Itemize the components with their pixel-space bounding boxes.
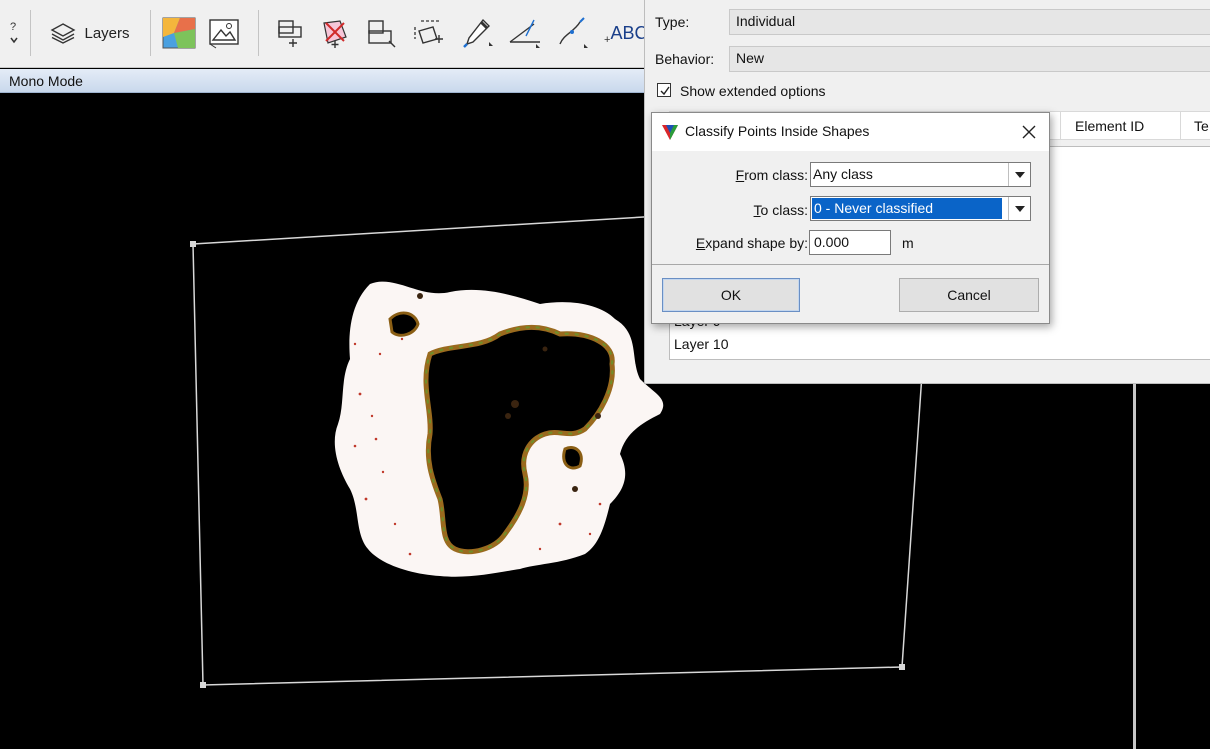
type-label: Type:	[655, 14, 690, 30]
to-class-label: To class:	[753, 202, 808, 218]
polygon-vertex[interactable]	[899, 664, 905, 670]
list-item[interactable]: Layer 10	[674, 336, 728, 352]
app-logo-icon	[661, 123, 679, 144]
layers-button[interactable]: Layers	[40, 10, 140, 56]
unit-label: m	[902, 235, 914, 251]
toolbar-separator	[258, 10, 259, 56]
behavior-field[interactable]: New	[729, 46, 1210, 72]
polygon-vertex[interactable]	[200, 682, 206, 688]
draw-shape-icon[interactable]	[270, 10, 310, 56]
column-separator[interactable]	[1060, 112, 1061, 140]
extended-options-label[interactable]: Show extended options	[680, 83, 826, 99]
add-rectangle-icon[interactable]	[360, 10, 400, 56]
map-icon[interactable]	[160, 10, 198, 56]
from-class-value: Any class	[813, 166, 873, 182]
from-class-select[interactable]: Any class	[810, 162, 1031, 187]
expand-shape-label: Expand shape by:	[695, 235, 808, 251]
layers-label: Layers	[84, 24, 130, 42]
main-toolbar: ? Layers + ABC	[0, 0, 650, 68]
cancel-label: Cancel	[947, 287, 991, 303]
classify-points-dialog: Classify Points Inside Shapes From class…	[651, 112, 1050, 324]
close-icon	[1022, 125, 1036, 139]
eyedropper-icon[interactable]	[456, 10, 500, 56]
dialog-divider	[652, 264, 1049, 265]
mode-label: Mono Mode	[9, 73, 83, 89]
type-value: Individual	[736, 13, 796, 29]
mode-bar: Mono Mode	[0, 69, 650, 93]
image-icon[interactable]	[204, 10, 244, 56]
svg-text:?: ?	[10, 21, 16, 33]
point-cloud	[334, 281, 664, 577]
curve-tool-icon[interactable]	[552, 10, 596, 56]
app-window: ? Layers + ABC Mono Mode Type: Individua…	[0, 0, 1210, 749]
type-field[interactable]: Individual	[729, 9, 1210, 35]
column-header-element-id[interactable]: Element ID	[1075, 118, 1144, 134]
polygon-vertex[interactable]	[190, 241, 196, 247]
toolbar-separator	[30, 10, 31, 56]
extended-options-checkbox[interactable]	[657, 83, 671, 97]
to-class-select[interactable]: 0 - Never classified	[810, 196, 1031, 221]
dialog-titlebar[interactable]: Classify Points Inside Shapes	[652, 113, 1049, 151]
chevron-down-icon[interactable]	[1008, 163, 1030, 186]
transform-shape-icon[interactable]	[406, 10, 452, 56]
measure-angle-icon[interactable]	[504, 10, 548, 56]
column-separator[interactable]	[1180, 112, 1181, 140]
delete-shape-icon[interactable]	[315, 10, 355, 56]
toolbar-separator	[150, 10, 151, 56]
ok-button[interactable]: OK	[662, 278, 800, 312]
expand-shape-value: 0.000	[814, 234, 850, 250]
behavior-value: New	[736, 50, 765, 66]
text-annotation-label: ABC	[610, 22, 648, 43]
dialog-title: Classify Points Inside Shapes	[685, 123, 870, 139]
behavior-label: Behavior:	[655, 51, 715, 67]
viewport-split-divider[interactable]	[1133, 384, 1136, 749]
toolbar-overflow-icon[interactable]: ?	[2, 10, 26, 56]
expand-shape-input[interactable]: 0.000	[809, 230, 891, 255]
chevron-down-icon[interactable]	[1008, 197, 1030, 220]
close-button[interactable]	[1016, 119, 1042, 145]
layers-icon	[50, 22, 76, 44]
from-class-label: From class:	[735, 167, 808, 183]
to-class-value: 0 - Never classified	[812, 198, 1002, 219]
column-header[interactable]: Te	[1194, 118, 1209, 134]
ok-label: OK	[720, 287, 742, 303]
cancel-button[interactable]: Cancel	[899, 278, 1039, 312]
checkmark-icon	[660, 86, 670, 96]
